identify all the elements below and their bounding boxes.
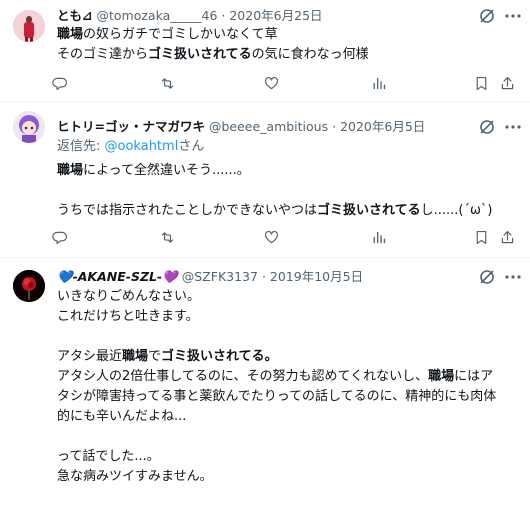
user-handle[interactable]: @beeee_ambitious bbox=[209, 119, 328, 134]
reply-suffix: さん bbox=[178, 139, 205, 154]
tweet-header: ヒトリ=ゴッ・ナマガワキ @beeee_ambitious · 2020年6月5… bbox=[57, 117, 425, 137]
text-line: 的にも辛いんだよね... bbox=[57, 407, 496, 427]
share-icon[interactable] bbox=[496, 72, 518, 94]
user-handle[interactable]: @tomozaka_____46 bbox=[96, 8, 217, 23]
tweet-date[interactable]: 2020年6月5日 bbox=[340, 119, 425, 134]
tweet[interactable]: 💙-AKANE-SZL-💜 @SZFK3137 · 2019年10月5日 いきな… bbox=[0, 257, 530, 516]
avatar[interactable] bbox=[13, 270, 45, 302]
tweet-actions bbox=[49, 226, 519, 248]
reply-to-link[interactable]: @ookahtml bbox=[105, 139, 179, 154]
tweet[interactable]: ヒトリ=ゴッ・ナマガワキ @beeee_ambitious · 2020年6月5… bbox=[0, 101, 530, 258]
bookmark-icon[interactable] bbox=[470, 226, 492, 248]
text-line bbox=[57, 327, 496, 347]
grok-icon[interactable] bbox=[478, 118, 496, 136]
plain-text: によって全然違いそう......。 bbox=[83, 163, 250, 178]
text-line: タシが障害持ってる事と薬飲んでたりっての話してるのに、精神的にも肉体 bbox=[57, 387, 496, 407]
plain-text: いきなりごめんなさい。 bbox=[57, 289, 201, 304]
plain-text: うちでは指示されたことしかできないやつは bbox=[57, 203, 318, 218]
retweet-icon[interactable] bbox=[156, 226, 178, 248]
text-line: 職場の奴らガチでゴミしかいなくて草 bbox=[57, 25, 369, 45]
text-line: アタシ最近職場でゴミ扱いされてる。 bbox=[57, 347, 496, 367]
text-line: これだけちと吐きます。 bbox=[57, 307, 496, 327]
bookmark-icon[interactable] bbox=[470, 72, 492, 94]
plain-text: し......(´ω`) bbox=[420, 203, 493, 218]
plain-text: 急な病みツイすみません。 bbox=[57, 469, 213, 484]
separator: · bbox=[332, 119, 337, 134]
more-icon[interactable] bbox=[503, 267, 523, 287]
text-line: 職場によって全然違いそう......。 bbox=[57, 161, 492, 181]
text-line: アタシ人の2倍仕事してるのに、その努力も認めてくれないし、職場にはア bbox=[57, 367, 496, 387]
tweet-date[interactable]: 2019年10月5日 bbox=[270, 269, 363, 284]
text-line bbox=[57, 181, 492, 201]
more-icon[interactable] bbox=[503, 117, 523, 137]
text-line: って話でした...。 bbox=[57, 447, 496, 467]
tweet-text: 職場の奴らガチでゴミしかいなくて草 そのゴミ達からゴミ扱いされてるの気に食わなっ何… bbox=[57, 25, 369, 65]
separator: · bbox=[261, 269, 266, 284]
more-icon[interactable] bbox=[503, 6, 523, 26]
grok-icon[interactable] bbox=[478, 268, 496, 286]
highlight-text: 職場 bbox=[57, 27, 84, 42]
plain-text: アタシ最近 bbox=[57, 349, 123, 364]
tweet[interactable]: とも⊿ @tomozaka_____46 · 2020年6月25日 職場の奴らガ… bbox=[0, 0, 530, 102]
display-name[interactable]: 💙-AKANE-SZL-💜 bbox=[57, 269, 178, 284]
tweet-text: いきなりごめんなさい。 これだけちと吐きます。 アタシ最近職場でゴミ扱いされてる。ア… bbox=[57, 287, 496, 487]
text-line: 急な病みツイすみません。 bbox=[57, 467, 496, 487]
plain-text: の奴らガチでゴミしかいなくて草 bbox=[83, 27, 278, 42]
views-icon[interactable] bbox=[367, 226, 389, 248]
tweet-header: 💙-AKANE-SZL-💜 @SZFK3137 · 2019年10月5日 bbox=[57, 267, 363, 287]
user-handle[interactable]: @SZFK3137 bbox=[182, 269, 258, 284]
avatar[interactable] bbox=[13, 10, 45, 42]
avatar[interactable] bbox=[13, 111, 45, 143]
share-icon[interactable] bbox=[496, 226, 518, 248]
tweet-actions bbox=[49, 72, 519, 94]
grok-icon[interactable] bbox=[478, 7, 496, 25]
plain-text: これだけちと吐きます。 bbox=[57, 309, 199, 324]
highlight-text: ゴミ扱いされてる bbox=[148, 47, 252, 62]
plain-text: って話でした...。 bbox=[57, 449, 160, 464]
tweet-text: 職場によって全然違いそう......。 うちでは指示されたことしかできないやつはゴ… bbox=[57, 161, 492, 221]
highlight-text: ゴミ扱いされてる bbox=[317, 203, 421, 218]
views-icon[interactable] bbox=[367, 72, 389, 94]
highlight-text: ゴミ扱いされてる。 bbox=[161, 349, 278, 364]
plain-text: そのゴミ達から bbox=[57, 47, 149, 62]
plain-text: の気に食わなっ何様 bbox=[251, 47, 369, 62]
reply-icon[interactable] bbox=[49, 226, 71, 248]
like-icon[interactable] bbox=[260, 226, 282, 248]
plain-text: タシが障害持ってる事と薬飲んでたりっての話してるのに、精神的にも肉体 bbox=[57, 389, 497, 404]
highlight-text: 職場 bbox=[428, 369, 455, 384]
retweet-icon[interactable] bbox=[156, 72, 178, 94]
text-line: いきなりごめんなさい。 bbox=[57, 287, 496, 307]
text-line bbox=[57, 427, 496, 447]
tweet-date[interactable]: 2020年6月25日 bbox=[229, 8, 322, 23]
plain-text: アタシ人の2倍仕事してるのに、その努力も認めてくれないし、 bbox=[57, 369, 429, 384]
plain-text: 的にも辛いんだよね... bbox=[57, 409, 187, 424]
display-name[interactable]: とも⊿ bbox=[57, 8, 92, 23]
separator: · bbox=[221, 8, 226, 23]
plain-text: にはア bbox=[454, 369, 494, 384]
like-icon[interactable] bbox=[260, 72, 282, 94]
highlight-text: 職場 bbox=[57, 163, 84, 178]
tweet-header: とも⊿ @tomozaka_____46 · 2020年6月25日 bbox=[57, 6, 323, 26]
reply-icon[interactable] bbox=[49, 72, 71, 94]
display-name[interactable]: ヒトリ=ゴッ・ナマガワキ bbox=[57, 119, 205, 134]
highlight-text: 職場 bbox=[122, 349, 149, 364]
text-line: そのゴミ達からゴミ扱いされてるの気に食わなっ何様 bbox=[57, 45, 369, 65]
reply-prefix: 返信先: bbox=[57, 139, 105, 154]
plain-text: で bbox=[148, 349, 162, 364]
text-line: うちでは指示されたことしかできないやつはゴミ扱いされてるし......(´ω`) bbox=[57, 201, 492, 221]
reply-context: 返信先: @ookahtmlさん bbox=[57, 137, 204, 157]
